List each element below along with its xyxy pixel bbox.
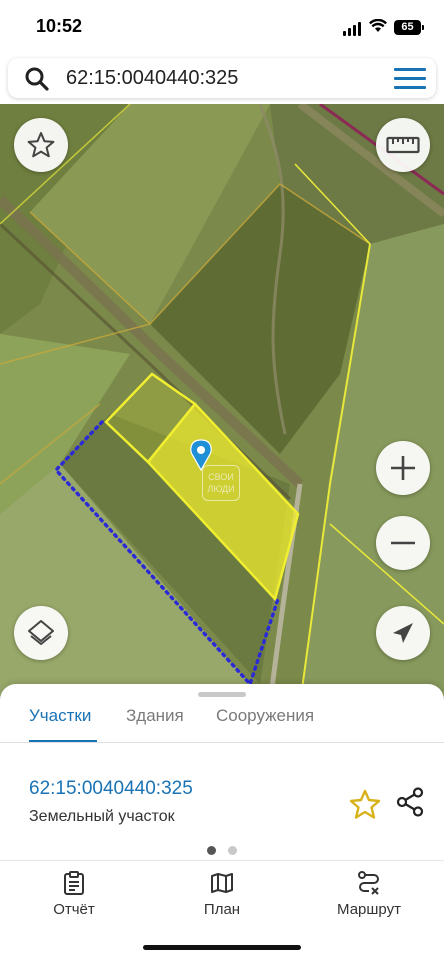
sheet-drag-handle[interactable] [198,692,246,697]
share-icon[interactable] [394,786,426,818]
search-input[interactable] [66,64,366,92]
pager-dot-2[interactable] [228,846,237,855]
parcel-type-label: Земельный участок [29,808,175,825]
tab-structures[interactable]: Сооружения [216,706,314,726]
bottom-sheet: Участки Здания Сооружения 62:15:0040440:… [0,684,444,864]
ruler-button[interactable] [376,118,430,172]
pager-dots [207,846,237,855]
favorites-button[interactable] [14,118,68,172]
tab-parcels[interactable]: Участки [29,706,91,726]
watermark-logo: СВОИ ЛЮДИ [202,465,240,501]
star-icon [27,132,55,158]
battery-icon: 65 [394,20,424,35]
parcel-cadastral-number[interactable]: 62:15:0040440:325 [29,778,193,800]
nav-plan-label: План [203,901,241,918]
plus-icon [391,456,415,480]
ruler-icon [386,136,420,154]
zoom-in-button[interactable] [376,441,430,495]
tab-buildings[interactable]: Здания [126,706,184,726]
nav-plan[interactable]: План [167,871,277,918]
navigation-arrow-icon [393,623,413,643]
search-icon[interactable] [24,66,50,92]
minus-icon [391,541,415,545]
satellite-map[interactable] [0,104,444,704]
nav-route[interactable]: Маршрут [314,871,424,918]
report-clipboard-icon [64,871,84,895]
divider [0,742,444,743]
map-plan-icon [211,873,233,893]
status-bar: 10:52 65 [0,0,444,52]
home-indicator[interactable] [143,945,301,950]
my-location-button[interactable] [376,606,430,660]
nav-route-label: Маршрут [337,901,401,918]
search-bar [8,58,436,98]
tab-bar: Участки Здания Сооружения [0,702,444,743]
nav-report[interactable]: Отчёт [19,871,129,918]
wifi-icon [369,19,387,32]
layers-button[interactable] [14,606,68,660]
status-time: 10:52 [36,16,83,36]
layers-icon [28,620,54,645]
route-icon [358,871,379,895]
bottom-navigation: Отчёт План Маршрут [0,860,444,960]
add-favorite-star-icon[interactable] [348,788,382,820]
hamburger-menu-icon[interactable] [394,68,426,90]
pager-dot-1[interactable] [207,846,216,855]
zoom-out-button[interactable] [376,516,430,570]
map-view[interactable]: СВОИ ЛЮДИ [0,104,444,704]
cellular-signal-icon [343,22,361,36]
nav-report-label: Отчёт [53,901,95,918]
